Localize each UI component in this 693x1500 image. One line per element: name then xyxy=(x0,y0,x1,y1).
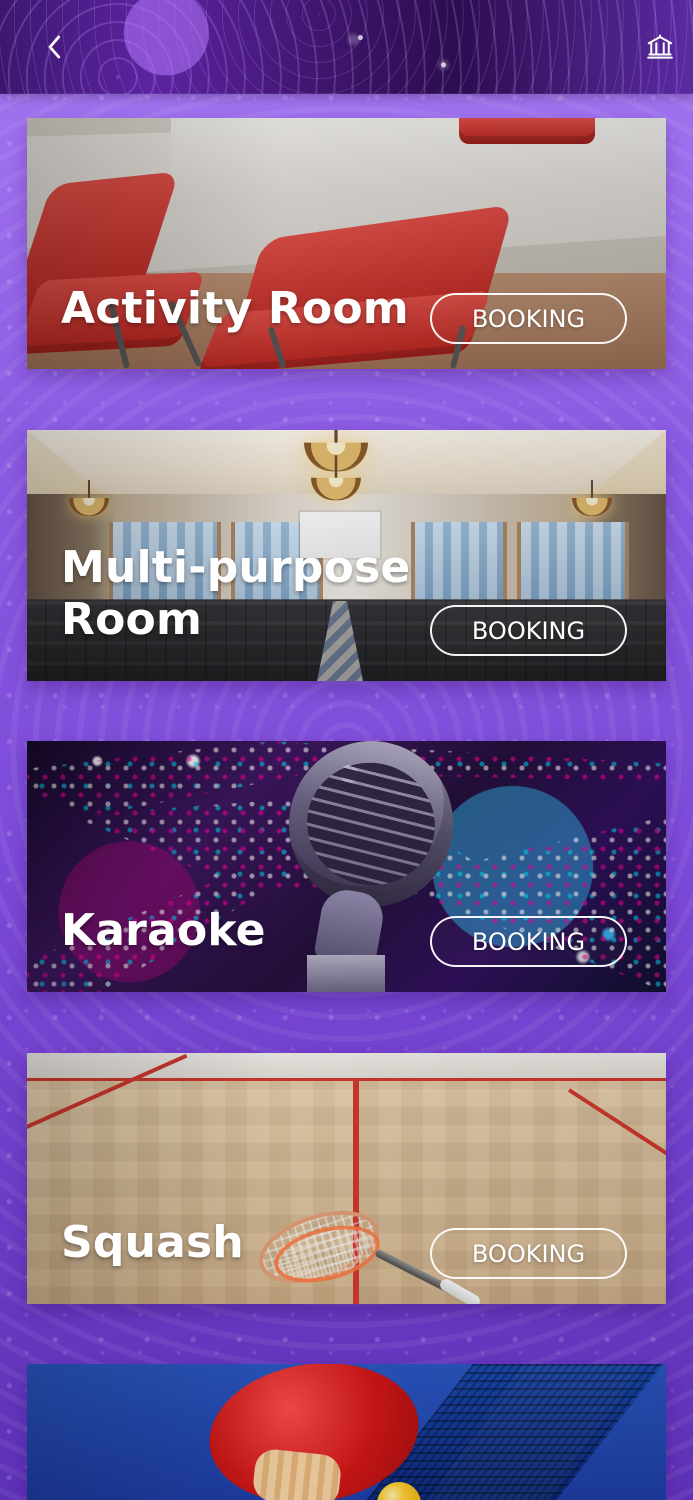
karaoke-title: Karaoke xyxy=(61,905,266,956)
activity-room-card[interactable]: Activity Room BOOKING xyxy=(27,118,666,369)
multi-purpose-room-title: Multi-purpose Room xyxy=(61,542,411,645)
squash-card[interactable]: Squash BOOKING xyxy=(27,1053,666,1304)
activity-room-booking-button[interactable]: BOOKING xyxy=(430,293,627,344)
squash-booking-button[interactable]: BOOKING xyxy=(430,1228,627,1279)
multi-purpose-room-booking-button[interactable]: BOOKING xyxy=(430,605,627,656)
back-button[interactable] xyxy=(34,26,76,68)
multi-purpose-room-card[interactable]: Multi-purpose Room BOOKING xyxy=(27,430,666,681)
top-app-bar xyxy=(0,0,693,94)
activity-room-title: Activity Room xyxy=(61,283,409,334)
institution-icon xyxy=(647,34,673,59)
squash-title: Squash xyxy=(61,1217,244,1268)
karaoke-booking-button[interactable]: BOOKING xyxy=(430,916,627,967)
chevron-left-icon xyxy=(48,35,61,59)
karaoke-card[interactable]: Karaoke BOOKING xyxy=(27,741,666,992)
home-button[interactable] xyxy=(639,26,681,68)
table-tennis-card[interactable] xyxy=(27,1364,666,1500)
table-tennis-image xyxy=(27,1364,666,1500)
